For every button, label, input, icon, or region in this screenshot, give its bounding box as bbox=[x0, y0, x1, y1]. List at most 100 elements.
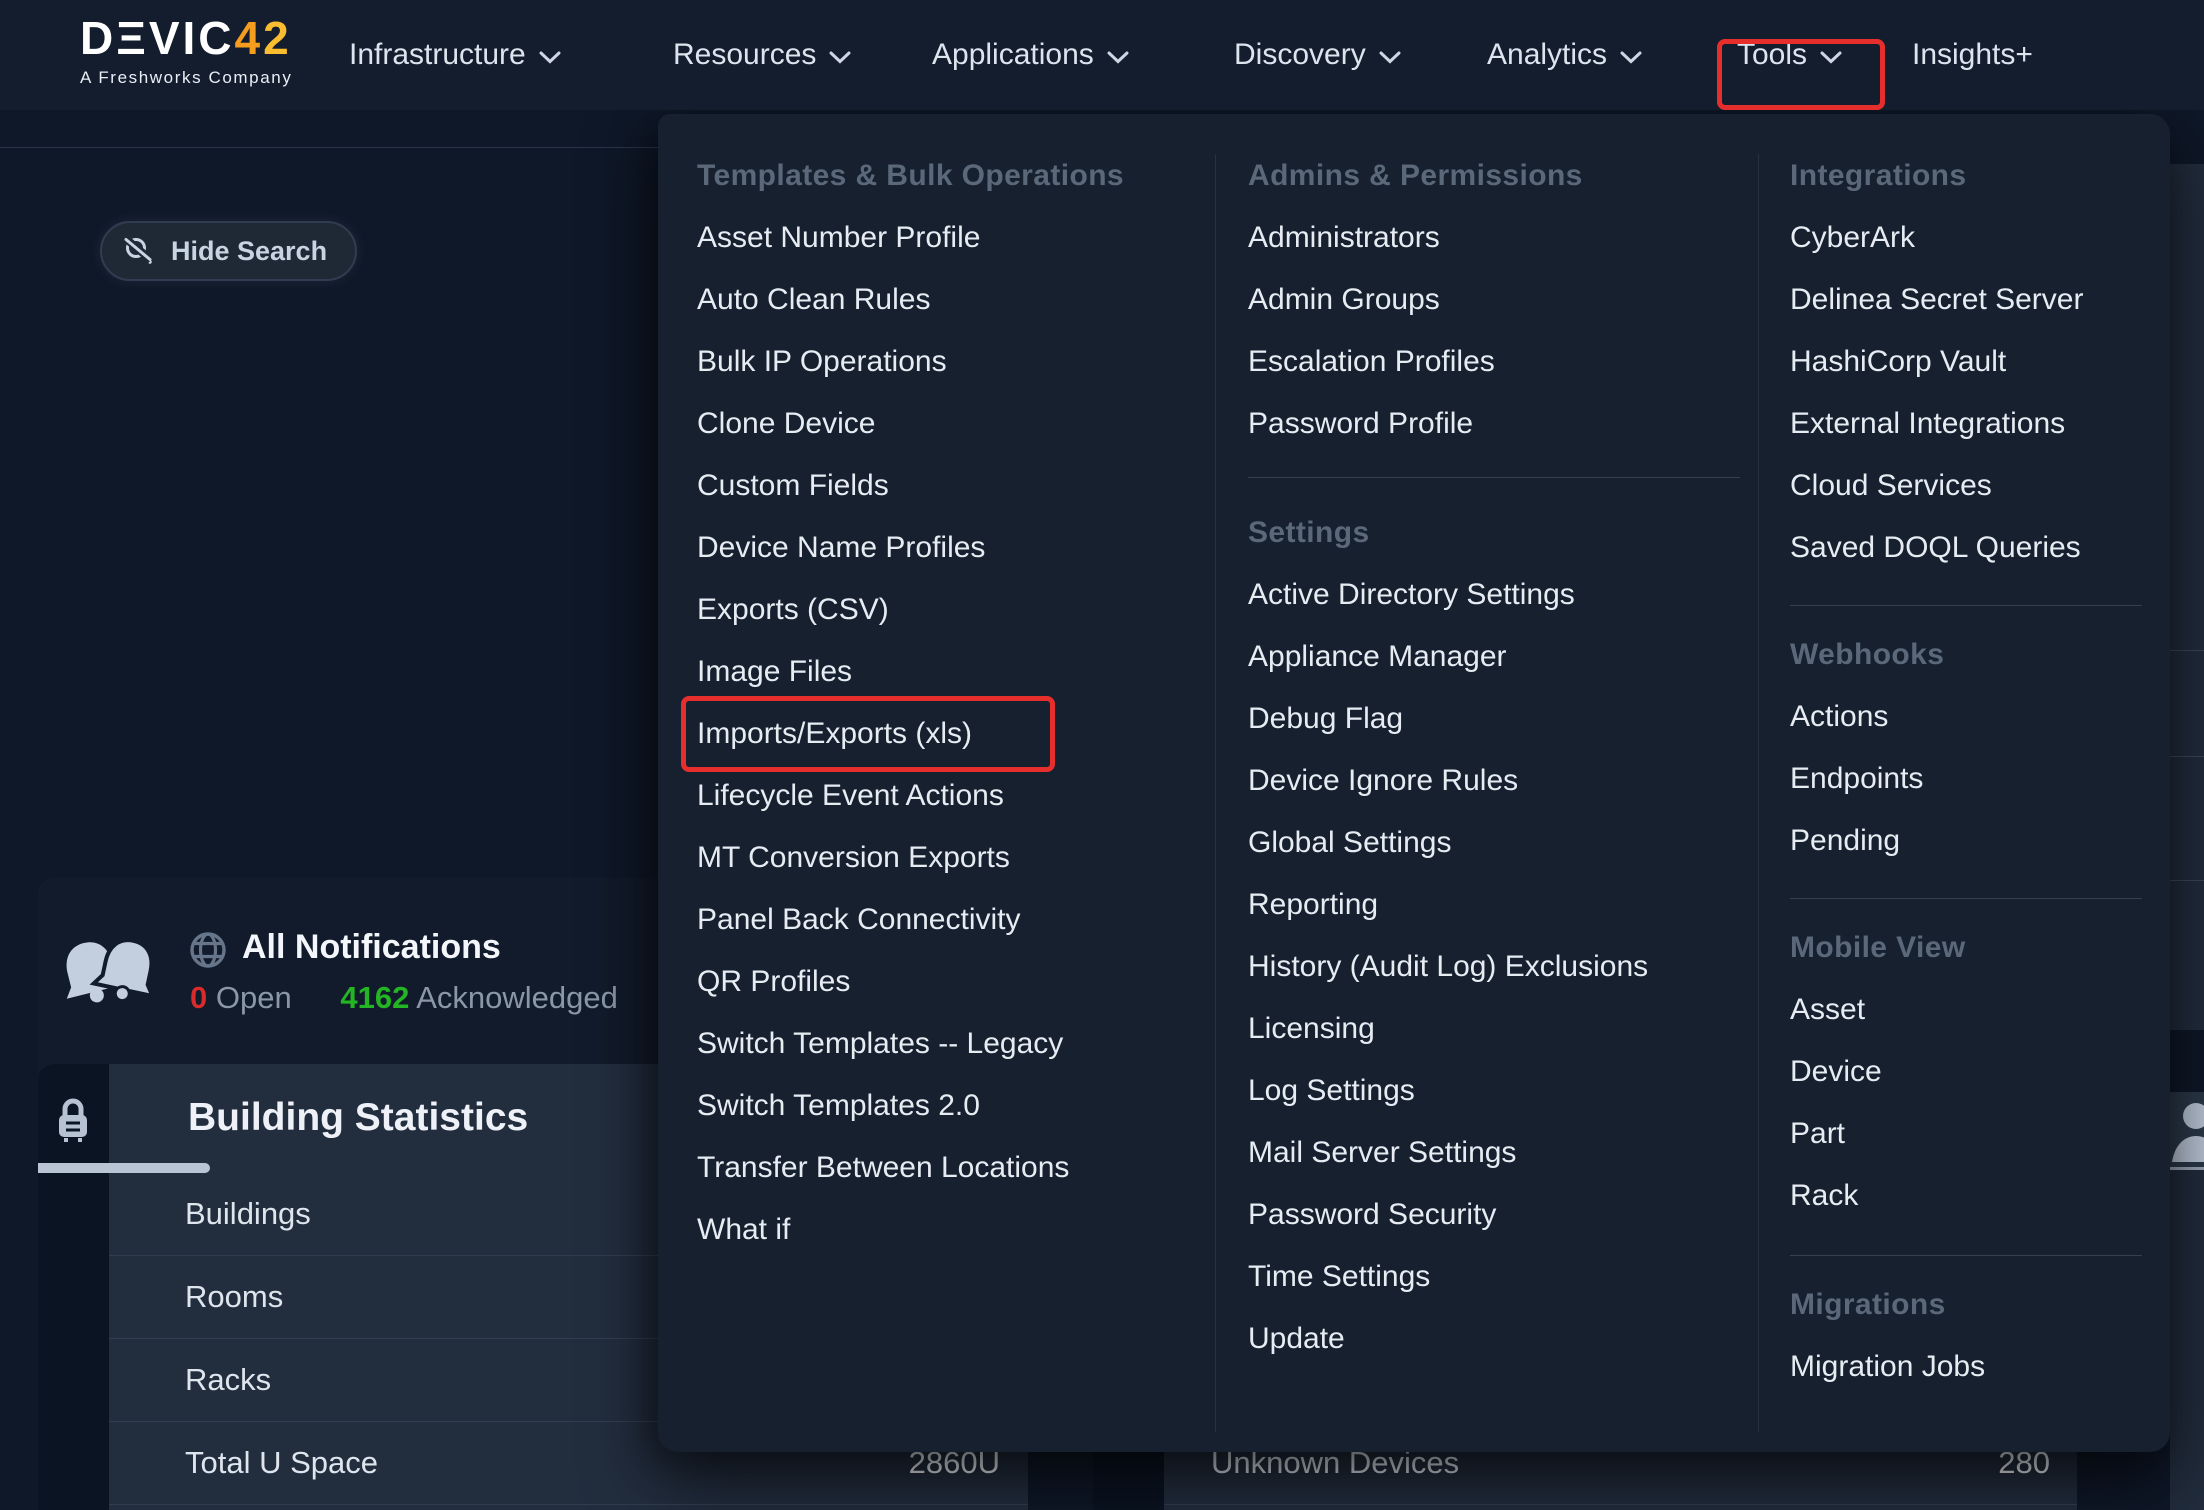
menu-item-actions[interactable]: Actions bbox=[1790, 686, 2142, 748]
menu-item-password-profile[interactable]: Password Profile bbox=[1248, 393, 1740, 455]
device42-logo[interactable]: DΞVIC42 A Freshworks Company bbox=[80, 15, 292, 88]
menu-item-panel-back-connectivity[interactable]: Panel Back Connectivity bbox=[697, 889, 1177, 951]
column-divider bbox=[1215, 154, 1216, 1432]
menu-item-exports-csv[interactable]: Exports (CSV) bbox=[697, 579, 1177, 641]
all-notifications-link[interactable]: All Notifications bbox=[242, 928, 501, 967]
menu-item-escalation-profiles[interactable]: Escalation Profiles bbox=[1248, 331, 1740, 393]
menu-item-image-files[interactable]: Image Files bbox=[697, 641, 1177, 703]
device42-app-screen: Hide Search All Notifications 0 Open 416… bbox=[0, 0, 2204, 1510]
menu-item-active-directory-settings[interactable]: Active Directory Settings bbox=[1248, 564, 1740, 626]
section-header: Settings bbox=[1248, 502, 1740, 564]
menu-item-clone-device[interactable]: Clone Device bbox=[697, 393, 1177, 455]
tools-dropdown-menu: Templates & Bulk Operations Asset Number… bbox=[658, 114, 2170, 1452]
panel-gap bbox=[2170, 1030, 2204, 1092]
menu-item-admin-groups[interactable]: Admin Groups bbox=[1248, 269, 1740, 331]
menu-item-log-settings[interactable]: Log Settings bbox=[1248, 1060, 1740, 1122]
menu-item-device-name-profiles[interactable]: Device Name Profiles bbox=[697, 517, 1177, 579]
notification-counts: 0 Open 4162 Acknowledged bbox=[190, 980, 618, 1016]
menu-item-device-ignore-rules[interactable]: Device Ignore Rules bbox=[1248, 750, 1740, 812]
menu-item-lifecycle-event-actions[interactable]: Lifecycle Event Actions bbox=[697, 765, 1177, 827]
menu-item-switch-templates-legacy[interactable]: Switch Templates -- Legacy bbox=[697, 1013, 1177, 1075]
row-label-rooms[interactable]: Rooms bbox=[185, 1279, 283, 1315]
nav-applications[interactable]: Applications bbox=[932, 0, 1129, 110]
title-accent-bar bbox=[38, 1163, 210, 1173]
menu-item-asset-number-profile[interactable]: Asset Number Profile bbox=[697, 207, 1177, 269]
menu-item-transfer-between-locations[interactable]: Transfer Between Locations bbox=[697, 1137, 1177, 1199]
globe-icon bbox=[188, 930, 228, 970]
row-label-buildings[interactable]: Buildings bbox=[185, 1196, 311, 1232]
menu-item-hashicorp-vault[interactable]: HashiCorp Vault bbox=[1790, 331, 2142, 393]
chevron-down-icon bbox=[829, 51, 851, 64]
menu-item-migration-jobs[interactable]: Migration Jobs bbox=[1790, 1336, 2142, 1398]
menu-item-saved-doql-queries[interactable]: Saved DOQL Queries bbox=[1790, 517, 2142, 579]
menu-column-admins-settings: Admins & Permissions Administrators Admi… bbox=[1248, 114, 1740, 1370]
menu-item-debug-flag[interactable]: Debug Flag bbox=[1248, 688, 1740, 750]
right-page-sliver bbox=[2170, 164, 2204, 1510]
menu-column-integrations: Integrations CyberArk Delinea Secret Ser… bbox=[1790, 114, 2142, 1398]
menu-item-time-settings[interactable]: Time Settings bbox=[1248, 1246, 1740, 1308]
menu-item-mail-server-settings[interactable]: Mail Server Settings bbox=[1248, 1122, 1740, 1184]
support-agent-button[interactable] bbox=[2170, 1092, 2204, 1170]
menu-item-mobile-asset[interactable]: Asset bbox=[1790, 979, 2142, 1041]
nav-insights-plus[interactable]: Insights+ bbox=[1912, 0, 2033, 110]
menu-item-global-settings[interactable]: Global Settings bbox=[1248, 812, 1740, 874]
divider bbox=[2170, 756, 2204, 757]
menu-item-reporting[interactable]: Reporting bbox=[1248, 874, 1740, 936]
menu-item-password-security[interactable]: Password Security bbox=[1248, 1184, 1740, 1246]
menu-item-mobile-rack[interactable]: Rack bbox=[1790, 1165, 2142, 1227]
open-count: 0 bbox=[190, 980, 207, 1015]
menu-item-history-audit-log-exclusions[interactable]: History (Audit Log) Exclusions bbox=[1248, 936, 1740, 998]
chevron-down-icon bbox=[1379, 51, 1401, 64]
divider bbox=[2170, 880, 2204, 881]
nav-tools[interactable]: Tools bbox=[1737, 0, 1842, 110]
menu-item-appliance-manager[interactable]: Appliance Manager bbox=[1248, 626, 1740, 688]
menu-item-qr-profiles[interactable]: QR Profiles bbox=[697, 951, 1177, 1013]
section-divider bbox=[1248, 477, 1740, 478]
section-header: Admins & Permissions bbox=[1248, 145, 1740, 207]
menu-item-mt-conversion-exports[interactable]: MT Conversion Exports bbox=[697, 827, 1177, 889]
section-header: Migrations bbox=[1790, 1274, 2142, 1336]
chevron-down-icon bbox=[1620, 51, 1642, 64]
menu-item-cloud-services[interactable]: Cloud Services bbox=[1790, 455, 2142, 517]
menu-item-bulk-ip-operations[interactable]: Bulk IP Operations bbox=[697, 331, 1177, 393]
menu-item-administrators[interactable]: Administrators bbox=[1248, 207, 1740, 269]
menu-item-endpoints[interactable]: Endpoints bbox=[1790, 748, 2142, 810]
logo-subtitle: A Freshworks Company bbox=[80, 68, 292, 88]
menu-item-delinea-secret-server[interactable]: Delinea Secret Server bbox=[1790, 269, 2142, 331]
section-header: Integrations bbox=[1790, 145, 2142, 207]
menu-item-custom-fields[interactable]: Custom Fields bbox=[697, 455, 1177, 517]
row-label-racks[interactable]: Racks bbox=[185, 1362, 271, 1398]
menu-column-templates: Templates & Bulk Operations Asset Number… bbox=[697, 114, 1177, 1261]
menu-item-imports-exports-xls[interactable]: Imports/Exports (xls) bbox=[697, 703, 1177, 765]
chevron-down-icon bbox=[1820, 51, 1842, 64]
menu-item-pending[interactable]: Pending bbox=[1790, 810, 2142, 872]
menu-item-cyberark[interactable]: CyberArk bbox=[1790, 207, 2142, 269]
person-icon bbox=[2170, 1096, 2204, 1166]
nav-discovery[interactable]: Discovery bbox=[1234, 0, 1401, 110]
hide-search-button[interactable]: Hide Search bbox=[100, 221, 357, 281]
menu-item-auto-clean-rules[interactable]: Auto Clean Rules bbox=[697, 269, 1177, 331]
left-panel-top-edge bbox=[0, 147, 658, 148]
chevron-down-icon bbox=[539, 51, 561, 64]
divider bbox=[2170, 650, 2204, 651]
section-divider bbox=[1790, 898, 2142, 899]
menu-item-update[interactable]: Update bbox=[1248, 1308, 1740, 1370]
section-header: Webhooks bbox=[1790, 624, 2142, 686]
menu-item-what-if[interactable]: What if bbox=[697, 1199, 1177, 1261]
menu-item-switch-templates-20[interactable]: Switch Templates 2.0 bbox=[697, 1075, 1177, 1137]
acknowledged-label: Acknowledged bbox=[416, 980, 618, 1015]
nav-resources[interactable]: Resources bbox=[673, 0, 851, 110]
chevron-down-icon bbox=[1107, 51, 1129, 64]
section-divider bbox=[1790, 1255, 2142, 1256]
nav-analytics[interactable]: Analytics bbox=[1487, 0, 1642, 110]
bell-icon bbox=[52, 928, 172, 1024]
row-label-total-u-space[interactable]: Total U Space bbox=[185, 1445, 378, 1481]
menu-item-licensing[interactable]: Licensing bbox=[1248, 998, 1740, 1060]
menu-item-mobile-device[interactable]: Device bbox=[1790, 1041, 2142, 1103]
menu-item-external-integrations[interactable]: External Integrations bbox=[1790, 393, 2142, 455]
building-card-icon-strip bbox=[38, 1064, 109, 1510]
menu-item-mobile-part[interactable]: Part bbox=[1790, 1103, 2142, 1165]
section-divider bbox=[1790, 605, 2142, 606]
nav-infrastructure[interactable]: Infrastructure bbox=[349, 0, 561, 110]
section-header: Templates & Bulk Operations bbox=[697, 145, 1177, 207]
